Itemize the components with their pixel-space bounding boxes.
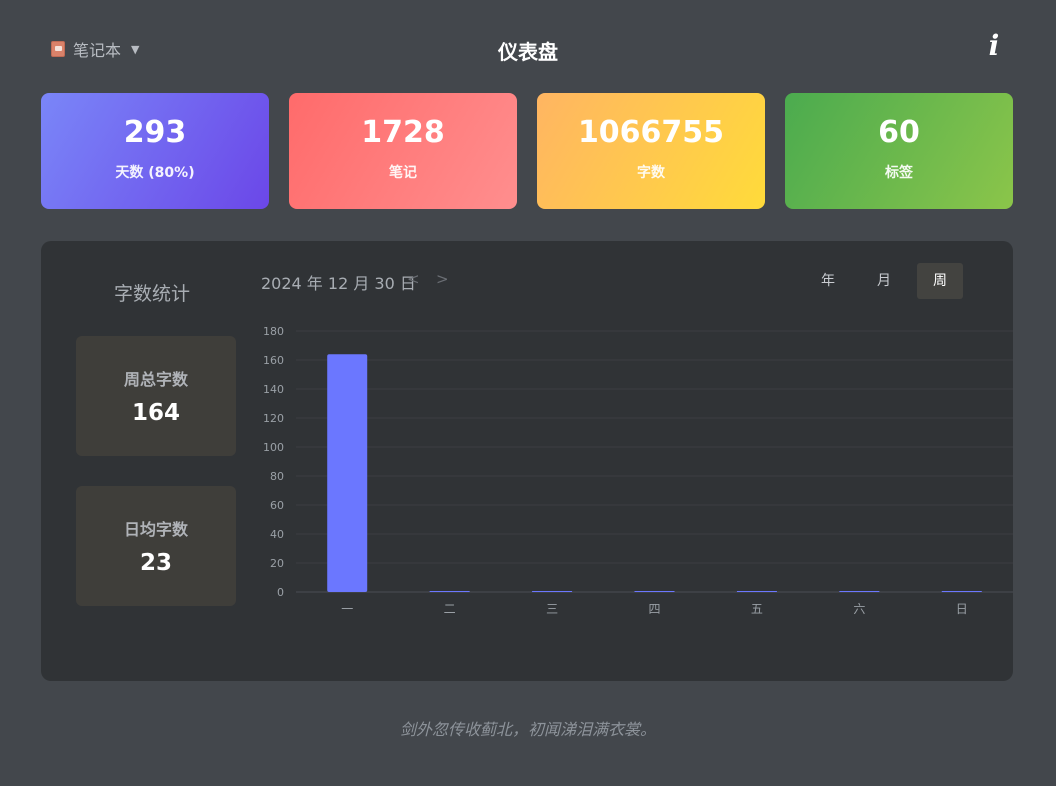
bar[interactable] xyxy=(839,591,880,592)
next-period-button[interactable]: > xyxy=(436,270,449,288)
weekly-total-box: 周总字数 164 xyxy=(76,336,236,456)
tags-card: 60 标签 xyxy=(785,93,1013,209)
x-tick-label: 三 xyxy=(546,602,558,616)
x-tick-label: 六 xyxy=(853,602,865,616)
weekly-total-label: 周总字数 xyxy=(123,370,188,389)
notes-value: 1728 xyxy=(361,115,445,150)
x-tick-label: 二 xyxy=(444,602,456,616)
notes-card: 1728 笔记 xyxy=(289,93,517,209)
daily-average-box: 日均字数 23 xyxy=(76,486,236,606)
words-card: 1066755 字数 xyxy=(537,93,765,209)
tags-value: 60 xyxy=(878,115,920,150)
days-value: 293 xyxy=(123,115,187,150)
x-tick-label: 五 xyxy=(751,602,763,616)
days-label: 天数 (80%) xyxy=(115,165,195,181)
notes-label: 笔记 xyxy=(389,165,417,181)
bar[interactable] xyxy=(941,591,982,592)
top-bar: 笔记本 ▼ 仪表盘 i xyxy=(0,0,1056,96)
y-tick-label: 180 xyxy=(263,325,284,338)
word-count-bar-chart: 0 20 40 60 80 100 120 140 160 180 一 二 三 四 五 六 日 xyxy=(263,325,1013,616)
bar[interactable] xyxy=(532,591,573,592)
weekly-total-value: 164 xyxy=(131,400,180,426)
x-tick-label: 日 xyxy=(956,602,968,616)
bar[interactable] xyxy=(327,354,368,592)
period-year-button[interactable]: 年 xyxy=(805,263,851,299)
date-label: 2024 年 12 月 30 日 xyxy=(261,274,416,293)
y-tick-label: 160 xyxy=(263,354,284,367)
y-tick-label: 20 xyxy=(270,557,284,570)
y-tick-label: 120 xyxy=(263,412,284,425)
x-tick-label: 一 xyxy=(341,602,353,616)
page-title: 仪表盘 xyxy=(498,40,558,64)
y-tick-label: 80 xyxy=(270,470,284,483)
word-stats-panel: 字数统计 周总字数 164 日均字数 23 2024 年 12 月 30 日 <… xyxy=(41,241,1013,681)
period-month-button[interactable]: 月 xyxy=(861,263,907,299)
y-tick-label: 60 xyxy=(270,499,284,512)
daily-average-value: 23 xyxy=(139,550,172,576)
days-card: 293 天数 (80%) xyxy=(41,93,269,209)
tags-label: 标签 xyxy=(885,165,913,181)
daily-average-label: 日均字数 xyxy=(123,520,188,539)
footer-quote: 剑外忽传收蓟北，初闻涕泪满衣裳。 xyxy=(399,720,656,739)
y-tick-label: 40 xyxy=(270,528,284,541)
bar[interactable] xyxy=(429,591,470,592)
panel-title: 字数统计 xyxy=(113,283,190,305)
x-tick-label: 四 xyxy=(648,602,660,616)
y-tick-label: 100 xyxy=(263,441,284,454)
period-week-button[interactable]: 周 xyxy=(917,263,963,299)
words-label: 字数 xyxy=(637,165,665,181)
bar[interactable] xyxy=(736,591,777,592)
words-value: 1066755 xyxy=(577,115,725,150)
y-tick-label: 140 xyxy=(263,383,284,396)
bar[interactable] xyxy=(634,591,675,592)
info-button[interactable]: i xyxy=(982,30,1006,62)
prev-period-button[interactable]: < xyxy=(407,270,420,288)
y-tick-label: 0 xyxy=(277,586,284,599)
